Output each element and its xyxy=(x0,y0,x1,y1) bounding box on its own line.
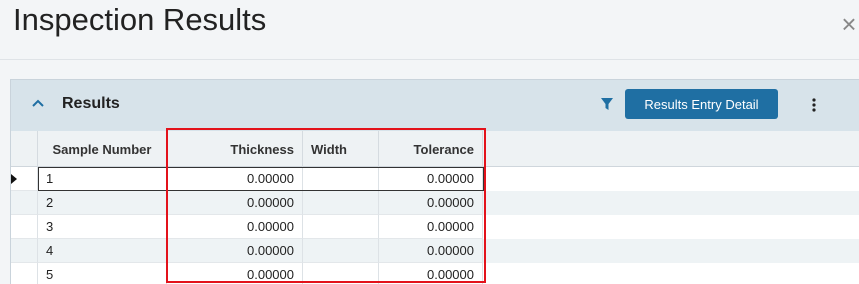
tolerance-cell[interactable]: 0.00000 xyxy=(379,167,483,191)
thickness-cell[interactable]: 0.00000 xyxy=(167,215,303,239)
column-header-tolerance[interactable]: Tolerance xyxy=(379,131,483,167)
width-cell[interactable] xyxy=(303,191,379,215)
results-entry-detail-button[interactable]: Results Entry Detail xyxy=(625,89,778,119)
table-row[interactable]: 3 0.00000 0.00000 xyxy=(11,215,859,239)
row-indicator xyxy=(11,239,38,263)
header-divider xyxy=(0,59,859,60)
panel-title: Results xyxy=(62,95,120,112)
row-indicator xyxy=(11,191,38,215)
row-indicator-header xyxy=(11,131,38,167)
table-row[interactable]: 1 0.00000 0.00000 xyxy=(11,167,859,191)
column-header-sample-number[interactable]: Sample Number xyxy=(38,131,167,167)
tolerance-cell[interactable]: 0.00000 xyxy=(379,263,483,284)
results-panel: Results Results Entry Detail Sample Numb… xyxy=(10,79,859,284)
row-indicator xyxy=(11,263,38,284)
tolerance-cell[interactable]: 0.00000 xyxy=(379,239,483,263)
column-header-width[interactable]: Width xyxy=(303,131,379,167)
page-title: Inspection Results xyxy=(13,2,267,37)
thickness-cell[interactable]: 0.00000 xyxy=(167,239,303,263)
row-indicator xyxy=(11,167,38,191)
current-row-pointer-icon xyxy=(11,174,17,184)
sample-number-cell[interactable]: 2 xyxy=(38,191,167,215)
thickness-cell[interactable]: 0.00000 xyxy=(167,191,303,215)
width-cell[interactable] xyxy=(303,239,379,263)
more-vertical-icon[interactable] xyxy=(807,95,821,115)
chevron-up-icon[interactable] xyxy=(29,95,47,113)
width-cell[interactable] xyxy=(303,263,379,284)
sample-number-cell[interactable]: 3 xyxy=(38,215,167,239)
column-header-thickness[interactable]: Thickness xyxy=(167,131,303,167)
thickness-cell[interactable]: 0.00000 xyxy=(167,263,303,284)
tolerance-cell[interactable]: 0.00000 xyxy=(379,191,483,215)
table-row[interactable]: 5 0.00000 0.00000 xyxy=(11,263,859,284)
grid-header: Sample Number Thickness Width Tolerance xyxy=(11,131,859,167)
panel-header: Results Results Entry Detail xyxy=(11,80,859,131)
width-cell[interactable] xyxy=(303,215,379,239)
tolerance-cell[interactable]: 0.00000 xyxy=(379,215,483,239)
sample-number-cell[interactable]: 5 xyxy=(38,263,167,284)
sample-number-cell[interactable]: 1 xyxy=(38,167,167,191)
row-indicator xyxy=(11,215,38,239)
width-cell[interactable] xyxy=(303,167,379,191)
table-row[interactable]: 2 0.00000 0.00000 xyxy=(11,191,859,215)
table-row[interactable]: 4 0.00000 0.00000 xyxy=(11,239,859,263)
thickness-cell[interactable]: 0.00000 xyxy=(167,167,303,191)
filter-icon[interactable] xyxy=(600,97,614,111)
close-icon[interactable]: × xyxy=(838,11,859,37)
sample-number-cell[interactable]: 4 xyxy=(38,239,167,263)
